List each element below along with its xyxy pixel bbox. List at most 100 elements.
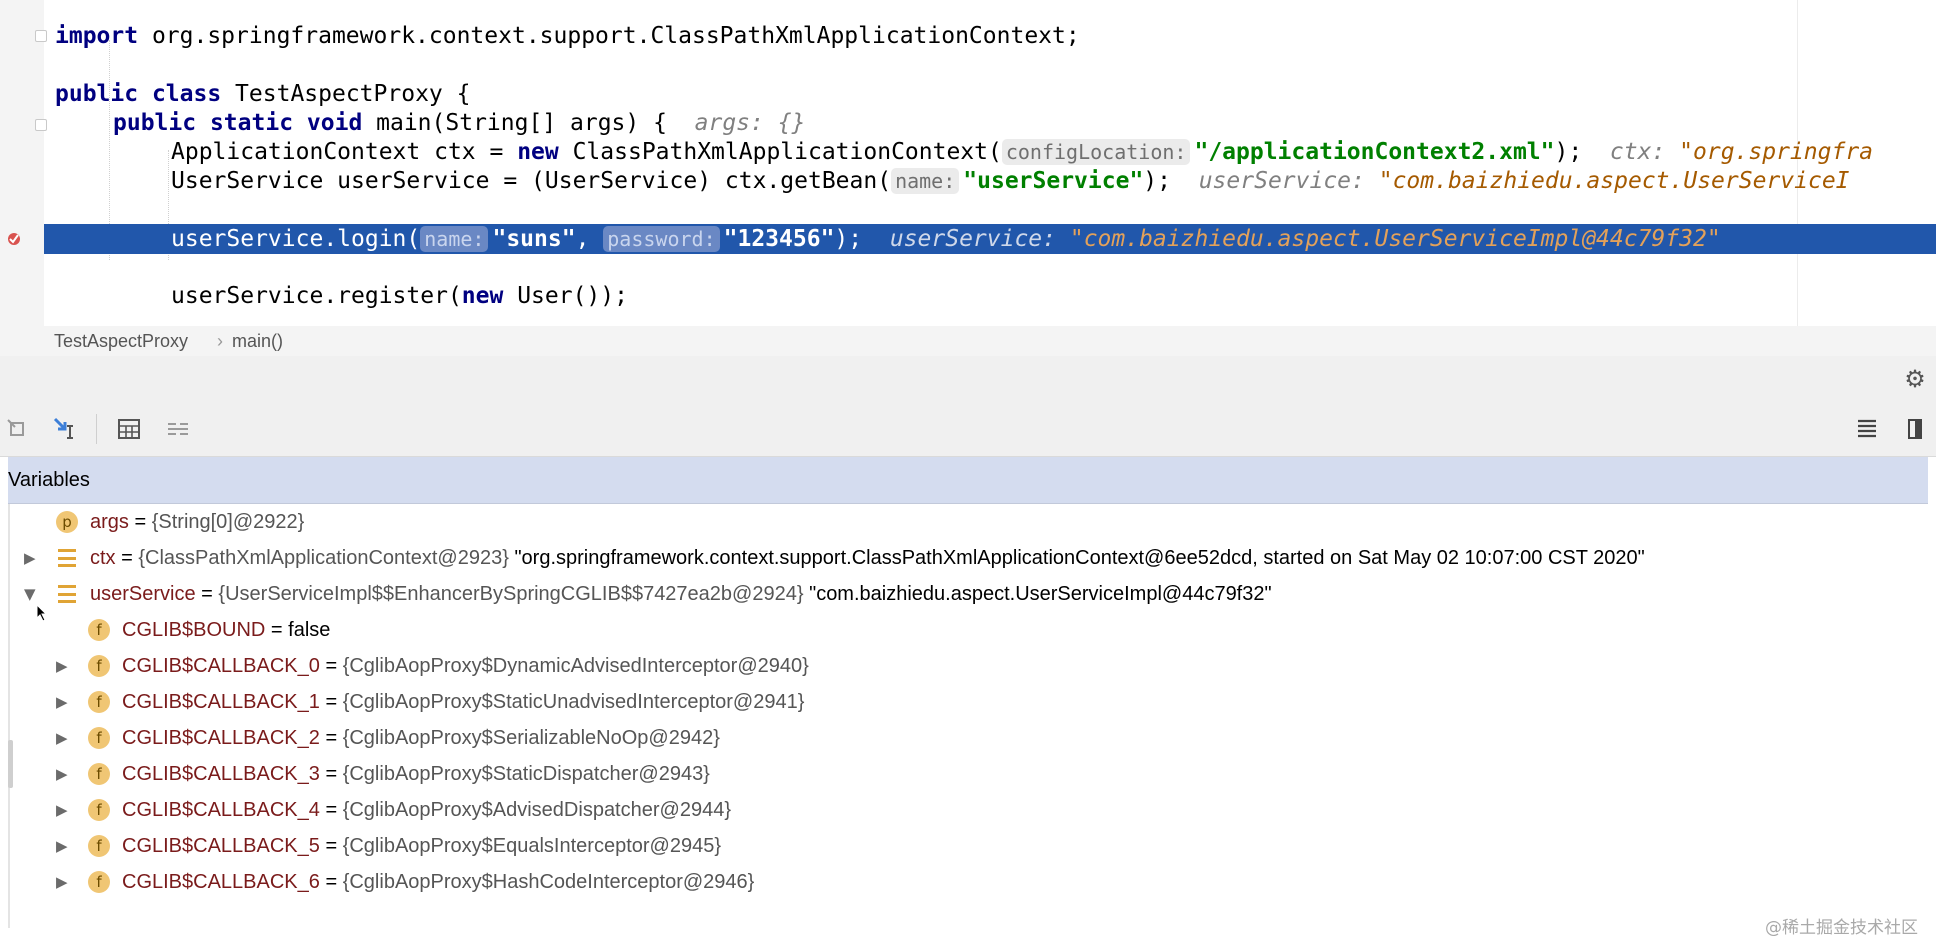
code-line-register[interactable]: userService.register(new User()); — [171, 281, 628, 311]
variable-type: {CglibAopProxy$AdvisedDispatcher@2944} — [342, 799, 731, 821]
variable-type: {CglibAopProxy$DynamicAdvisedInterceptor… — [342, 655, 809, 677]
variable-equals: = — [115, 547, 139, 569]
expand-icon[interactable]: ▶ — [56, 828, 70, 864]
keyword: static — [209, 110, 294, 136]
variable-equals: = — [265, 619, 289, 641]
expand-icon[interactable]: ▶ — [56, 720, 70, 756]
string-literal: "123456" — [723, 226, 835, 252]
fold-marker[interactable] — [35, 30, 47, 42]
code-text: ApplicationContext ctx = — [171, 139, 518, 165]
variable-equals: = — [319, 835, 343, 857]
variable-name: CGLIB$CALLBACK_2 — [122, 727, 320, 749]
code-text: org.springframework.context.support.Clas… — [138, 23, 1080, 49]
scrollbar-thumb[interactable] — [8, 740, 13, 788]
trace-current-stream-icon[interactable] — [163, 414, 193, 444]
code-line-import[interactable]: import org.springframework.context.suppo… — [55, 21, 1080, 51]
debug-toolbar — [0, 402, 1936, 457]
code-text: userService.register( — [171, 283, 462, 309]
parameter-hint: name: — [891, 168, 960, 194]
field-badge-icon: f — [88, 871, 110, 893]
variable-value: "org.springframework.context.support.Cla… — [508, 547, 1645, 569]
inline-debug-value: "org.springfra — [1679, 139, 1874, 165]
variable-equals: = — [319, 691, 343, 713]
inline-debug-hint: userService: — [1198, 168, 1379, 194]
variable-type: {CglibAopProxy$EqualsInterceptor@2945} — [342, 835, 722, 857]
mouse-cursor-icon — [36, 604, 48, 622]
parameter-hint: password: — [603, 226, 720, 252]
keyword: public — [55, 81, 139, 107]
editor-gutter[interactable] — [0, 0, 44, 326]
string-literal: "userService" — [963, 168, 1144, 194]
code-text: userService.login( — [171, 226, 421, 252]
variable-equals: = — [128, 511, 152, 533]
code-text: main(String[] args) { — [362, 110, 667, 136]
expand-icon[interactable]: ▶ — [56, 864, 70, 900]
parameter-hint: configLocation: — [1001, 139, 1191, 165]
field-badge-icon: f — [88, 763, 110, 785]
variable-type: {CglibAopProxy$StaticDispatcher@2943} — [342, 763, 710, 785]
code-text: , — [575, 226, 604, 252]
expand-icon[interactable]: ▶ — [24, 540, 38, 576]
fold-marker[interactable] — [35, 119, 47, 131]
more-icon[interactable] — [1900, 414, 1930, 444]
expand-icon[interactable]: ▶ — [56, 684, 70, 720]
code-line-userservice[interactable]: UserService userService = (UserService) … — [171, 166, 1850, 196]
current-execution-line[interactable]: userService.login(name: "suns", password:… — [44, 224, 1936, 254]
code-text: UserService userService = (UserService) … — [171, 168, 892, 194]
breakpoint-icon[interactable] — [6, 231, 22, 247]
keyword: new — [517, 139, 559, 165]
variable-name: CGLIB$CALLBACK_6 — [122, 871, 320, 893]
variable-name: CGLIB$CALLBACK_5 — [122, 835, 320, 857]
evaluate-expression-icon[interactable] — [114, 414, 144, 444]
field-badge-icon: f — [88, 799, 110, 821]
object-variable-icon — [58, 585, 76, 603]
expand-icon[interactable]: ▶ — [56, 792, 70, 828]
code-text: ); — [1554, 139, 1583, 165]
keyword: class — [151, 81, 222, 107]
force-step-into-icon[interactable] — [50, 414, 80, 444]
variable-type: {String[0]@2922} — [151, 511, 305, 533]
expand-icon[interactable]: ▶ — [56, 756, 70, 792]
variable-name: args — [90, 511, 129, 533]
expand-icon[interactable]: ▶ — [56, 648, 70, 684]
variable-value: "com.baizhiedu.aspect.UserServiceImpl@44… — [803, 583, 1272, 605]
variable-equals: = — [319, 655, 343, 677]
code-line-login[interactable]: userService.login(name: "suns", password:… — [171, 224, 1721, 254]
variable-name: CGLIB$CALLBACK_1 — [122, 691, 320, 713]
code-line-ctx[interactable]: ApplicationContext ctx = new ClassPathXm… — [171, 137, 1873, 167]
inline-debug-value: "com.baizhiedu.aspect.UserServiceI — [1378, 168, 1850, 194]
field-badge-icon: f — [88, 691, 110, 713]
inline-debug-hint: ctx: — [1609, 139, 1680, 165]
code-line-main-decl[interactable]: public static void main(String[] args) {… — [113, 108, 805, 138]
field-badge-icon: f — [88, 655, 110, 677]
restore-layout-icon[interactable] — [1852, 414, 1882, 444]
field-badge-icon: f — [88, 619, 110, 641]
gear-icon[interactable]: ⚙ — [1900, 364, 1930, 394]
code-text: User()); — [503, 283, 628, 309]
variable-equals: = — [319, 763, 343, 785]
string-literal: "/applicationContext2.xml" — [1194, 139, 1555, 165]
breadcrumb-separator: › — [217, 331, 223, 351]
restore-layout-icon[interactable] — [2, 414, 32, 444]
variable-name: CGLIB$CALLBACK_0 — [122, 655, 320, 677]
code-editor[interactable]: import org.springframework.context.suppo… — [0, 0, 1936, 326]
inline-debug-hint: userService: — [889, 226, 1070, 252]
toolbar-separator — [96, 414, 97, 444]
breadcrumb-class[interactable]: TestAspectProxy — [54, 326, 188, 356]
variable-type: {CglibAopProxy$StaticUnadvisedIntercepto… — [342, 691, 805, 713]
variable-name: CGLIB$BOUND — [122, 619, 266, 641]
variables-tree[interactable]: p args = {String[0]@2922} ▶ ctx = {Class… — [8, 504, 1930, 928]
variable-name: CGLIB$CALLBACK_4 — [122, 799, 320, 821]
variable-type: {ClassPathXmlApplicationContext@2923} — [138, 547, 509, 569]
keyword: public — [113, 110, 197, 136]
variable-equals: = — [319, 799, 343, 821]
field-badge-icon: f — [88, 835, 110, 857]
variable-equals: = — [319, 727, 343, 749]
variable-type: {UserServiceImpl$$EnhancerBySpringCGLIB$… — [218, 583, 804, 605]
breadcrumb-method[interactable]: main() — [232, 326, 283, 356]
variable-type: {CglibAopProxy$SerializableNoOp@2942} — [342, 727, 720, 749]
code-text: TestAspectProxy { — [221, 81, 471, 107]
field-badge-icon: f — [88, 727, 110, 749]
code-line-class-decl[interactable]: public class TestAspectProxy { — [55, 79, 470, 109]
variable-name: userService — [90, 583, 196, 605]
